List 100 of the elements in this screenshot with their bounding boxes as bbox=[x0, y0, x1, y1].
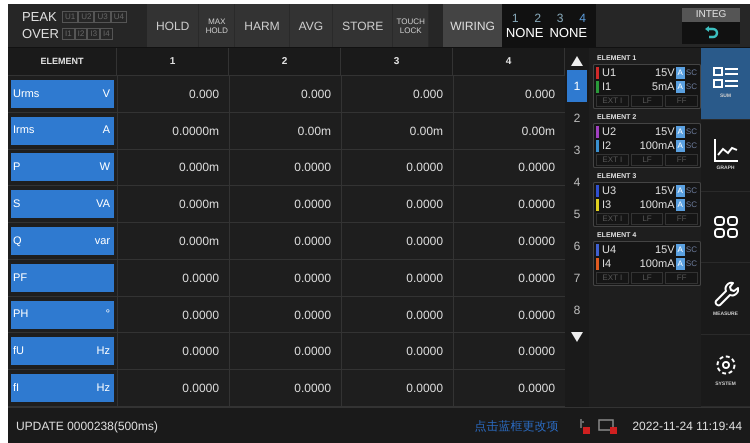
filter-label: LF bbox=[630, 272, 664, 284]
table-cell: 0.000m bbox=[117, 186, 229, 222]
sc-label: SC bbox=[684, 126, 698, 138]
table-cell: 0.0000 bbox=[341, 260, 453, 296]
filter-label: LF bbox=[630, 154, 664, 166]
channel-indicator: I3 bbox=[87, 28, 100, 40]
sc-label: SC bbox=[684, 185, 698, 197]
line-chart-icon bbox=[712, 138, 738, 162]
auto-badge: A bbox=[676, 185, 685, 197]
toolbar-button[interactable]: STORE bbox=[333, 4, 394, 47]
filter-label: FF bbox=[665, 213, 698, 225]
toolbar-button[interactable]: HOLD bbox=[146, 4, 200, 47]
wiring-number: 1 bbox=[512, 10, 519, 24]
channel-name: U1 bbox=[602, 66, 618, 81]
channel-name: I1 bbox=[602, 80, 612, 95]
sc-label: SC bbox=[684, 244, 698, 256]
table-cell: 0.0000 bbox=[341, 296, 453, 332]
toolbar-button[interactable]: MAX HOLD bbox=[199, 4, 236, 47]
channel-name: U4 bbox=[602, 242, 618, 258]
toolbar-button[interactable]: HARM bbox=[235, 4, 290, 47]
table-cell: 0.0000 bbox=[229, 333, 341, 370]
page-tab[interactable]: 1 bbox=[567, 70, 587, 102]
channel-name: U3 bbox=[602, 184, 618, 199]
item-button[interactable]: fU Hz bbox=[11, 337, 114, 366]
toolbar-button[interactable]: TOUCH LOCK bbox=[393, 4, 430, 47]
channel-indicator: I4 bbox=[100, 28, 113, 40]
filter-label: LF bbox=[630, 95, 664, 107]
range-value: 15V bbox=[654, 66, 675, 81]
date-time: 2022-11-24 11:19:44 bbox=[632, 418, 742, 434]
range-value: 15V bbox=[654, 242, 675, 258]
page-tab[interactable]: 8 bbox=[567, 294, 587, 326]
reset-icon bbox=[703, 24, 719, 40]
toolbar-button[interactable]: AVG bbox=[290, 4, 334, 47]
scroll-up-icon[interactable] bbox=[571, 56, 583, 66]
table-cell: 0.0000 bbox=[229, 150, 341, 186]
table-cell: 0.0000 bbox=[229, 296, 341, 332]
table-cell: 0.0000 bbox=[341, 333, 453, 370]
channel-indicator: U2 bbox=[78, 11, 94, 23]
table-cell: 0.0000 bbox=[117, 260, 229, 296]
column-header: 3 bbox=[341, 48, 453, 75]
network-error-icon bbox=[598, 418, 618, 434]
item-button[interactable]: PH ° bbox=[11, 300, 114, 329]
page-tab[interactable]: 6 bbox=[567, 230, 587, 262]
page-tab[interactable]: 7 bbox=[567, 262, 587, 294]
list-icon bbox=[712, 66, 738, 90]
wiring-button[interactable]: WIRING bbox=[443, 4, 502, 47]
table-cell: 0.0000 bbox=[341, 370, 453, 406]
table-cell: 0.000m bbox=[117, 150, 229, 186]
table-cell: 0.0000 bbox=[341, 150, 453, 186]
table-cell: 0.0000 bbox=[229, 223, 341, 259]
table-cell: 0.0000 bbox=[117, 333, 229, 370]
item-button[interactable]: Urms V bbox=[11, 80, 114, 108]
channel-indicator: U3 bbox=[94, 11, 111, 23]
sc-label: SC bbox=[684, 258, 698, 270]
wiring-value: NONE bbox=[549, 24, 587, 40]
channel-name: U2 bbox=[602, 124, 618, 140]
item-button[interactable]: PF bbox=[11, 264, 114, 292]
wiring-number: 3 bbox=[556, 10, 564, 24]
page-tab[interactable]: 4 bbox=[567, 166, 587, 198]
table-cell: 0.0000 bbox=[117, 296, 229, 332]
table-cell: 0.000 bbox=[117, 76, 229, 112]
range-value: 15V bbox=[654, 124, 675, 140]
filter-label: LF bbox=[630, 213, 664, 225]
item-button[interactable]: Q var bbox=[11, 227, 114, 256]
page-tab[interactable]: 2 bbox=[567, 102, 587, 134]
scroll-down-icon[interactable] bbox=[571, 332, 583, 342]
auto-badge: A bbox=[676, 140, 685, 152]
sc-label: SC bbox=[684, 140, 698, 152]
filter-label: EXT I bbox=[596, 154, 629, 166]
channel-name: I3 bbox=[602, 198, 612, 213]
wiring-value: NONE bbox=[506, 24, 544, 40]
hint-text: 点击蓝框更改项 bbox=[474, 418, 558, 434]
range-value: 5mA bbox=[650, 80, 675, 95]
auto-badge: A bbox=[676, 67, 685, 79]
auto-badge: A bbox=[676, 199, 685, 211]
column-header: 1 bbox=[117, 48, 229, 75]
item-button[interactable]: fI Hz bbox=[11, 374, 114, 402]
table-cell: 0.0000 bbox=[229, 186, 341, 222]
integ-button[interactable]: INTEG bbox=[682, 8, 740, 44]
table-cell: 0.00m bbox=[341, 112, 453, 149]
channel-name: I4 bbox=[602, 256, 612, 272]
filter-label: FF bbox=[665, 95, 698, 107]
auto-badge: A bbox=[676, 126, 685, 138]
table-cell: 0.0000m bbox=[117, 112, 229, 149]
page-tab[interactable]: 5 bbox=[567, 198, 587, 230]
range-value: 100mA bbox=[638, 198, 675, 213]
filter-label: FF bbox=[665, 272, 698, 284]
item-button[interactable]: Irms A bbox=[11, 116, 114, 145]
filter-label: EXT I bbox=[596, 272, 629, 284]
table-cell: 0.00m bbox=[229, 112, 341, 149]
channel-indicator: I1 bbox=[62, 28, 75, 40]
item-button[interactable]: P W bbox=[11, 153, 114, 182]
page-tab[interactable]: 3 bbox=[567, 134, 587, 166]
wiring-number: 2 bbox=[534, 10, 541, 24]
item-button[interactable]: S VA bbox=[11, 190, 114, 218]
range-value: 100mA bbox=[638, 256, 675, 272]
table-cell: 0.000 bbox=[341, 76, 453, 112]
channel-name: I2 bbox=[602, 138, 612, 154]
table-cell: 0.000 bbox=[229, 76, 341, 112]
over-label: OVER bbox=[22, 26, 58, 42]
